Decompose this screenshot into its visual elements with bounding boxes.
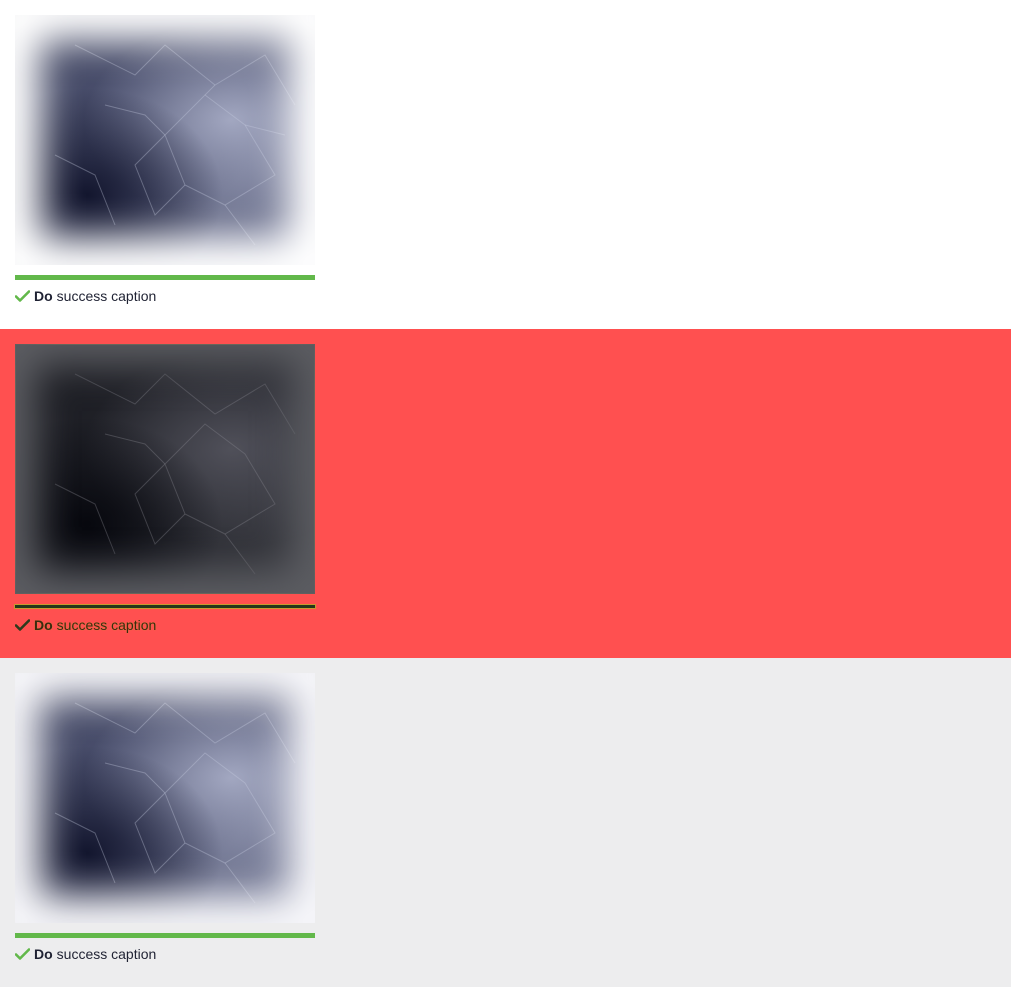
figure-caption: Do success caption (15, 945, 315, 963)
do-figure: Do success caption (15, 673, 315, 963)
do-figure: Do success caption (14, 344, 316, 634)
crystal-texture (54, 702, 296, 904)
success-bar (15, 933, 315, 938)
example-image (15, 344, 315, 594)
success-bar (14, 604, 316, 609)
caption-text: success caption (56, 946, 157, 962)
figure-caption: Do success caption (15, 616, 315, 634)
success-bar (15, 275, 315, 280)
example-image (15, 15, 315, 265)
do-figure: Do success caption (15, 15, 315, 305)
crystal-texture (54, 44, 296, 246)
checkmark-icon (15, 619, 30, 631)
caption-strong: Do (34, 617, 53, 633)
checkmark-icon (15, 948, 30, 960)
example-section-gray: Do success caption (0, 658, 1011, 987)
crystal-texture (54, 373, 296, 575)
example-image (15, 673, 315, 923)
caption-strong: Do (34, 946, 53, 962)
example-section-red: Do success caption (0, 329, 1011, 658)
caption-text: success caption (56, 288, 157, 304)
caption-strong: Do (34, 288, 53, 304)
figure-caption: Do success caption (15, 287, 315, 305)
checkmark-icon (15, 290, 30, 302)
caption-text: success caption (56, 617, 157, 633)
example-section-white: Do success caption (0, 0, 1011, 329)
